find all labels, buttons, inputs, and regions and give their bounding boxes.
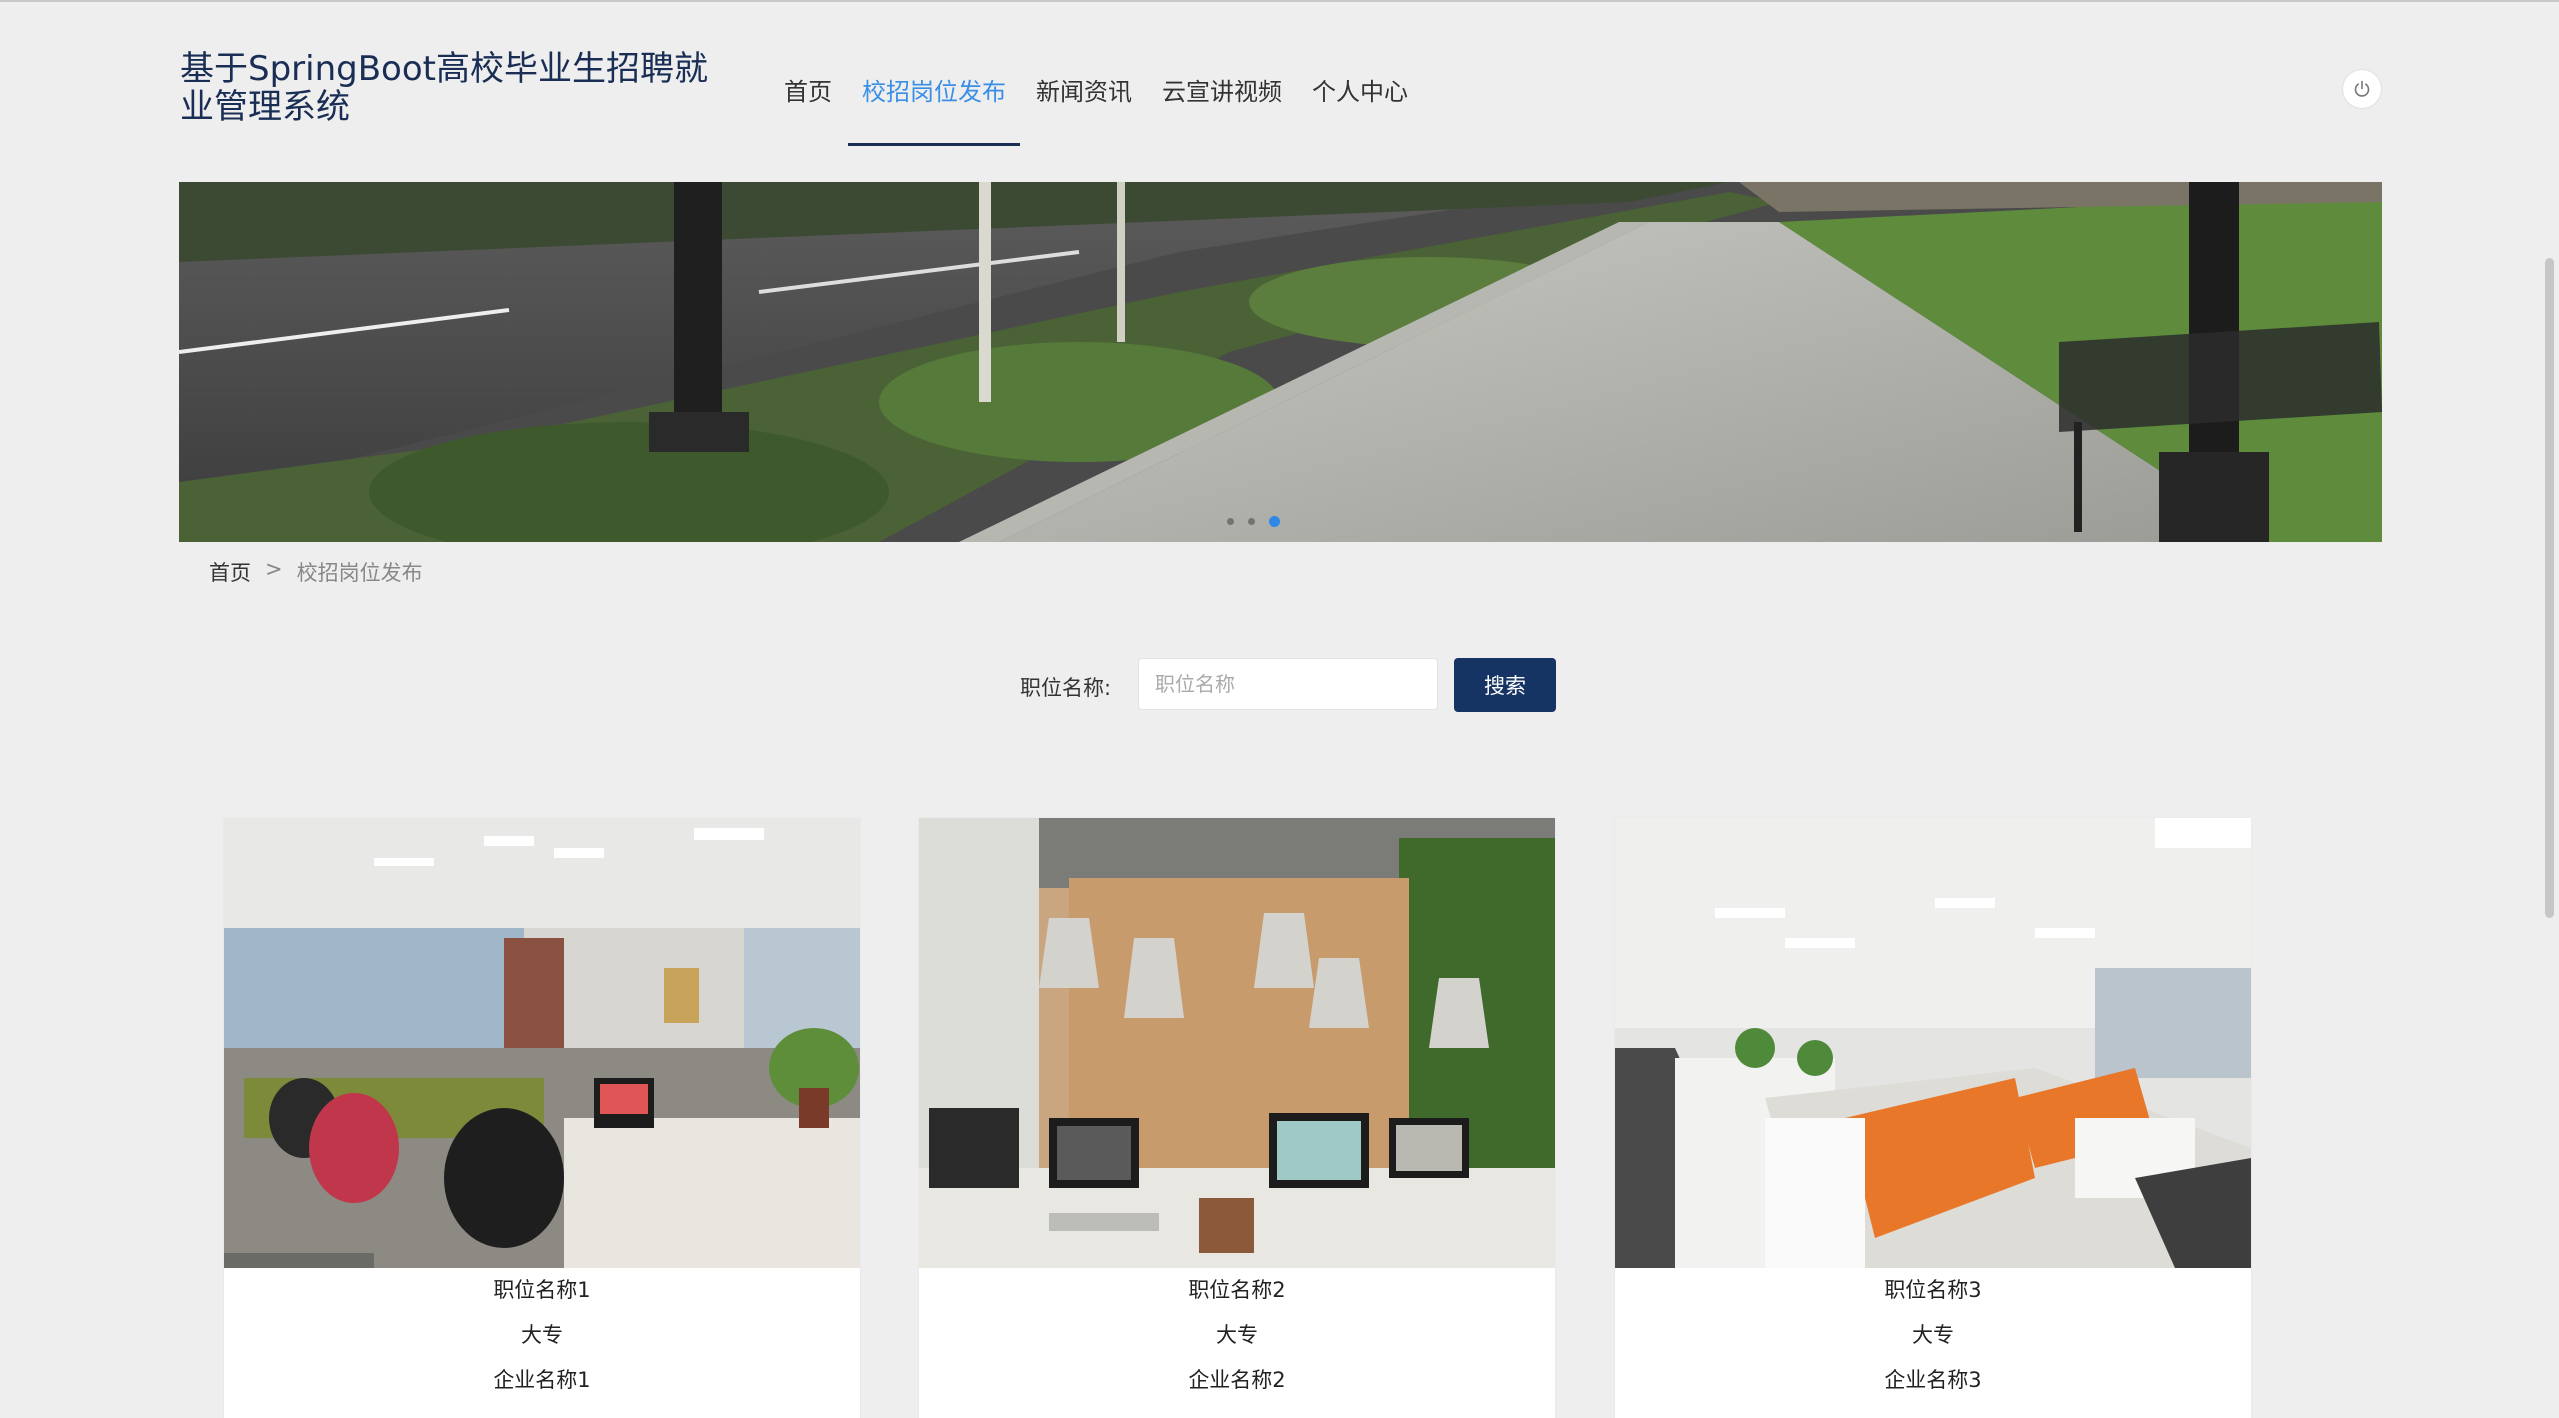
power-icon <box>2354 80 2370 97</box>
job-name-search-input[interactable] <box>1138 658 1438 710</box>
banner-carousel[interactable] <box>179 182 2382 542</box>
breadcrumb-separator: > <box>265 557 283 581</box>
job-company: 企业名称2 <box>1188 1368 1286 1392</box>
top-divider <box>0 0 2559 2</box>
job-card[interactable]: 职位名称1 大专 企业名称1 <box>224 818 860 1418</box>
job-education: 大专 <box>1912 1323 1954 1347</box>
nav-item-home[interactable]: 首页 <box>770 66 846 146</box>
breadcrumb-current: 校招岗位发布 <box>296 561 423 585</box>
job-title: 职位名称1 <box>493 1278 591 1302</box>
job-card[interactable]: 职位名称2 大专 企业名称2 <box>919 818 1555 1418</box>
job-education: 大专 <box>521 1323 563 1347</box>
job-card[interactable]: 职位名称3 大专 企业名称3 <box>1615 818 2251 1418</box>
job-education: 大专 <box>1216 1323 1258 1347</box>
nav-item-campus-jobs[interactable]: 校招岗位发布 <box>848 66 1020 146</box>
job-company: 企业名称3 <box>1884 1368 1982 1392</box>
main-nav: 首页 校招岗位发布 新闻资讯 云宣讲视频 个人中心 <box>770 66 1424 146</box>
nav-item-news[interactable]: 新闻资讯 <box>1022 66 1146 146</box>
job-image <box>1615 818 2251 1268</box>
breadcrumb-home[interactable]: 首页 <box>209 557 251 587</box>
search-label: 职位名称: <box>1020 676 1112 700</box>
logout-button[interactable] <box>2343 70 2381 108</box>
carousel-indicators <box>1227 516 1280 527</box>
search-button[interactable]: 搜索 <box>1454 658 1556 712</box>
job-title: 职位名称3 <box>1884 1278 1982 1302</box>
breadcrumb: 首页 > 校招岗位发布 <box>209 557 423 587</box>
job-image <box>919 818 1555 1268</box>
job-company: 企业名称1 <box>493 1368 591 1392</box>
carousel-dot-3[interactable] <box>1269 516 1280 527</box>
site-title: 基于SpringBoot高校毕业生招聘就业管理系统 <box>180 49 708 127</box>
page-scrollbar[interactable] <box>2545 258 2554 918</box>
carousel-dot-2[interactable] <box>1248 518 1255 525</box>
carousel-dot-1[interactable] <box>1227 518 1234 525</box>
nav-item-cloud-videos[interactable]: 云宣讲视频 <box>1148 66 1296 146</box>
job-image <box>224 818 860 1268</box>
campus-walkway-image <box>179 182 2382 542</box>
nav-item-personal-center[interactable]: 个人中心 <box>1298 66 1422 146</box>
job-title: 职位名称2 <box>1188 1278 1286 1302</box>
